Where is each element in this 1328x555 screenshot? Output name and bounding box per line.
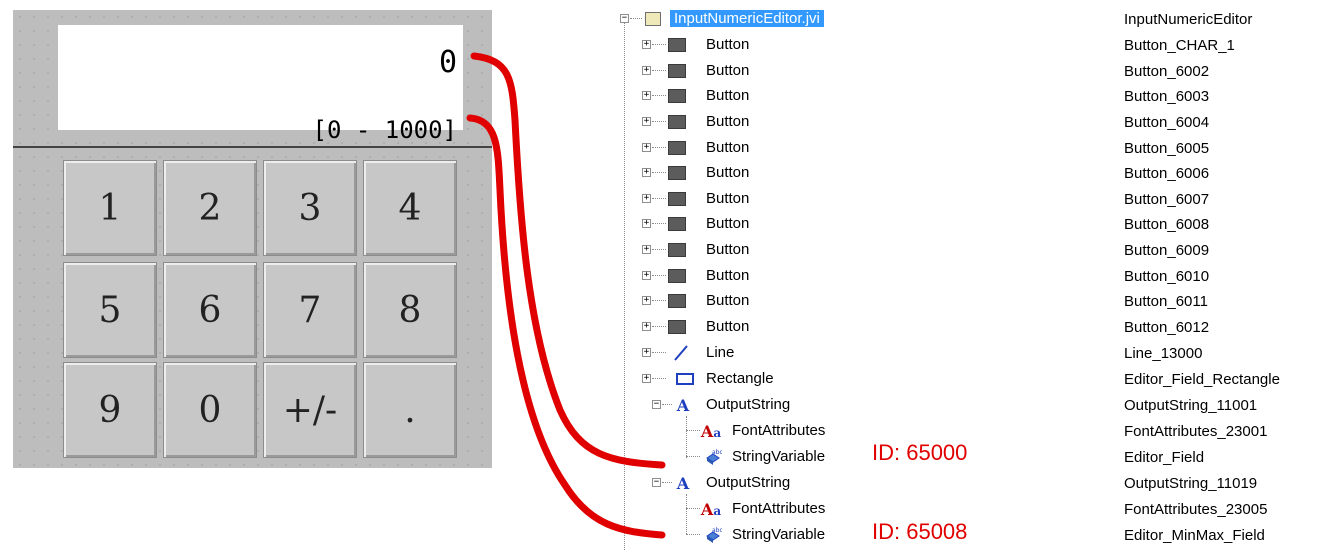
connector-curves [466,52,666,539]
connector-curve-range [466,114,666,539]
